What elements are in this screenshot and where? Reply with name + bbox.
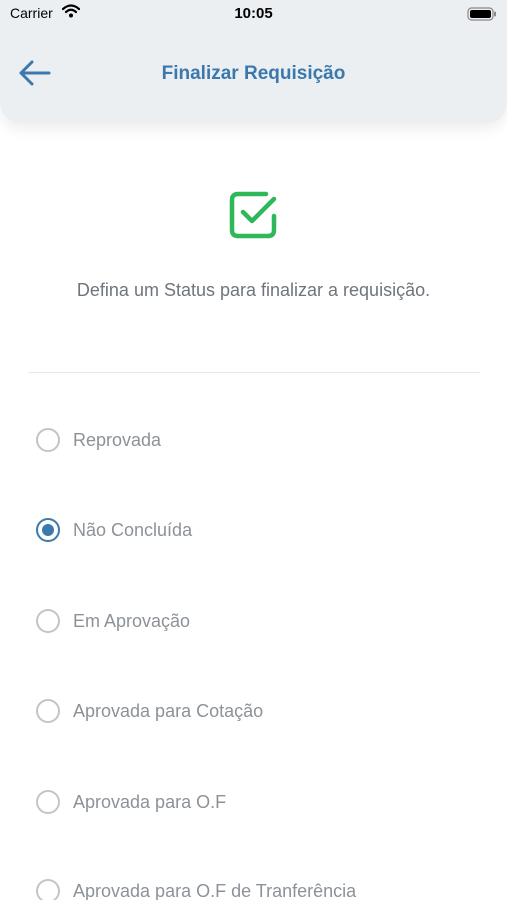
option-label: Não Concluída (73, 519, 193, 540)
option-label: Aprovada para Cotação (73, 700, 264, 721)
radio-option-em-aprovacao[interactable]: Em Aprovação (36, 606, 190, 636)
radio-button-selected[interactable] (36, 518, 60, 542)
battery-icon (467, 7, 496, 21)
status-bar: Carrier 10:05 (0, 0, 507, 28)
radio-button[interactable] (36, 879, 60, 900)
checkbox-checked-icon (229, 191, 277, 239)
instruction-text: Defina um Status para finalizar a requis… (76, 280, 431, 300)
page-title: Finalizar Requisição (161, 63, 346, 84)
option-label: Aprovada para O.F de Tranferência (73, 880, 357, 900)
radio-option-aprovada-cotacao[interactable]: Aprovada para Cotação (36, 696, 263, 726)
divider (28, 372, 480, 373)
radio-button[interactable] (36, 790, 60, 814)
radio-option-nao-concluida[interactable]: Não Concluída (36, 515, 192, 545)
radio-button[interactable] (36, 428, 60, 452)
clock: 10:05 (234, 5, 273, 22)
radio-dot (42, 524, 54, 536)
radio-button[interactable] (36, 609, 60, 633)
radio-option-aprovada-of[interactable]: Aprovada para O.F (36, 787, 226, 817)
option-label: Reprovada (73, 429, 162, 450)
option-label: Em Aprovação (73, 610, 191, 631)
radio-button[interactable] (36, 699, 60, 723)
radio-option-aprovada-of-transferencia[interactable]: Aprovada para O.F de Tranferência (36, 876, 356, 900)
radio-option-reprovada[interactable]: Reprovada (36, 425, 161, 455)
option-label: Aprovada para O.F (73, 791, 227, 812)
